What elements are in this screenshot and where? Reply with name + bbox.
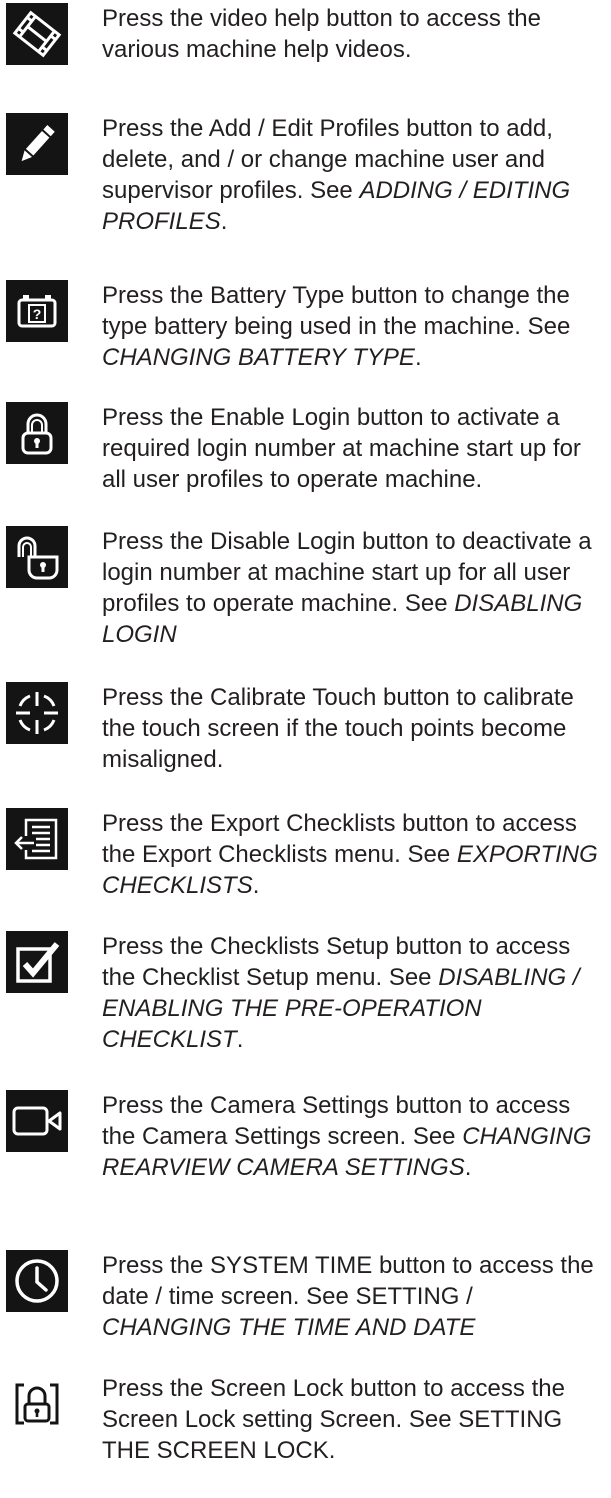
checkbox-icon[interactable] xyxy=(6,931,68,993)
help-text: Press the Disable Login button to deacti… xyxy=(102,528,592,648)
help-text: Press the video help button to access th… xyxy=(102,5,541,63)
svg-text:?: ? xyxy=(33,306,42,322)
help-text: Press the Checklists Setup button to acc… xyxy=(102,933,580,1053)
section-reference: CHANGING BATTERY TYPE xyxy=(102,344,415,371)
clock-icon[interactable] xyxy=(6,1250,68,1312)
help-text: Press the Enable Login button to activat… xyxy=(102,404,581,493)
help-text: Press the Battery Type button to change … xyxy=(102,282,571,371)
lock-open-icon[interactable] xyxy=(6,526,68,588)
help-text: Press the SYSTEM TIME button to access t… xyxy=(102,1252,594,1341)
screen-lock-icon[interactable] xyxy=(6,1373,68,1435)
crosshair-icon[interactable] xyxy=(6,682,68,744)
help-text: Press the Screen Lock button to access t… xyxy=(102,1375,565,1464)
help-text: Press the Add / Edit Profiles button to … xyxy=(102,115,571,235)
section-reference: CHANGING THE TIME AND DATE xyxy=(102,1314,476,1341)
export-list-icon[interactable] xyxy=(6,808,68,870)
help-text: Press the Camera Settings button to acce… xyxy=(102,1092,592,1181)
help-text: Press the Calibrate Touch button to cali… xyxy=(102,684,574,773)
camera-icon[interactable] xyxy=(6,1090,68,1152)
help-text: Press the Export Checklists button to ac… xyxy=(102,810,598,899)
film-icon[interactable] xyxy=(6,3,68,65)
battery-question-icon[interactable]: ? xyxy=(6,280,68,342)
lock-closed-icon[interactable] xyxy=(6,402,68,464)
pencil-icon[interactable] xyxy=(6,113,68,175)
